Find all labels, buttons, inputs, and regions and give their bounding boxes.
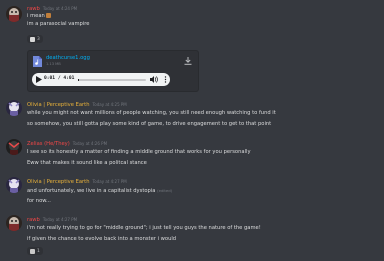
timestamp: Today at 4:26 PM: [72, 141, 108, 146]
play-icon[interactable]: [36, 76, 42, 83]
audio-file-icon: [33, 56, 42, 67]
playback-progress-fill: [78, 79, 80, 81]
avatar[interactable]: [6, 177, 22, 193]
reaction-count: 3: [37, 36, 40, 42]
message-text: and unfortunately, we live in a capitali…: [27, 188, 156, 194]
message-text: if given the chance to evolve back into …: [27, 236, 177, 242]
more-options-icon[interactable]: [164, 76, 167, 83]
playback-time: 0:01 / 4:01: [44, 76, 75, 81]
download-icon[interactable]: [184, 57, 192, 65]
timestamp: Today at 4:27 PM: [92, 179, 127, 184]
audio-attachment: deathcurse1.ogg 1.13 MB 0:01 / 4:01: [27, 50, 199, 92]
username[interactable]: rawb: [27, 6, 40, 12]
username[interactable]: rawb: [27, 217, 40, 223]
message-text: so somehow, you still gotta play some ki…: [27, 121, 272, 127]
message-text: i'm not really trying to go for "middle …: [27, 225, 261, 231]
audio-player: 0:01 / 4:01: [32, 73, 170, 86]
reaction-count: 1: [37, 248, 40, 254]
emoji-icon: [46, 13, 52, 18]
attachment-filename[interactable]: deathcurse1.ogg: [46, 55, 90, 61]
message-text: I see so its honestly a matter of findin…: [27, 149, 251, 155]
timestamp: Today at 4:27 PM: [42, 217, 78, 222]
edited-label: (edited): [157, 188, 173, 193]
message-text: i mean: [27, 13, 45, 19]
volume-icon[interactable]: [150, 76, 158, 83]
avatar[interactable]: [6, 100, 22, 116]
timestamp: Today at 4:25 PM: [92, 102, 127, 107]
message-text: Eww that makes it sound like a politcal …: [27, 160, 147, 166]
timestamp: Today at 4:24 PM: [42, 6, 78, 11]
playback-progress-bar[interactable]: [78, 79, 146, 81]
message-text: for now...: [27, 198, 51, 204]
reaction-button[interactable]: 1: [27, 247, 43, 255]
goat-emoji-icon: [30, 248, 35, 254]
username[interactable]: Olivia | Perceptive Earth: [27, 179, 90, 185]
avatar[interactable]: [6, 6, 22, 22]
username[interactable]: Olivia | Perceptive Earth: [27, 102, 90, 108]
avatar[interactable]: [6, 139, 22, 155]
message-text: im a parasocial vampire: [27, 21, 90, 27]
attachment-filesize: 1.13 MB: [46, 62, 61, 66]
skull-emoji-icon: [30, 36, 35, 42]
username[interactable]: Zelias (He/They): [27, 141, 70, 147]
message-text: while you might not want millions of peo…: [27, 110, 276, 116]
reaction-button[interactable]: 3: [27, 35, 43, 43]
avatar[interactable]: [6, 215, 22, 231]
